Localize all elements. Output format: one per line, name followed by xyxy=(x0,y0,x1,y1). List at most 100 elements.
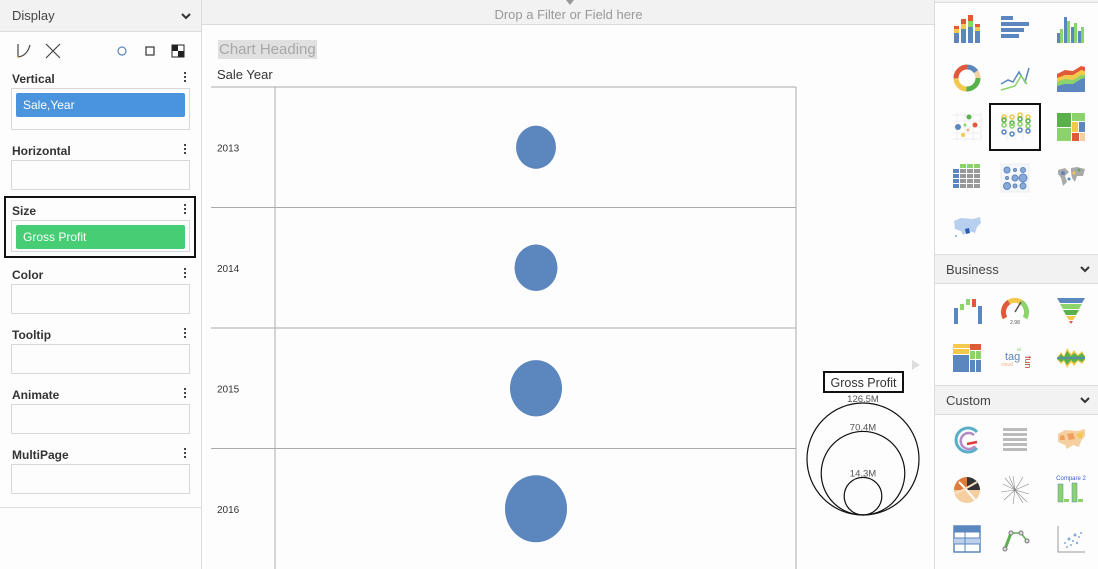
waterfall-chart-icon[interactable] xyxy=(949,294,985,326)
multipage-label: MultiPage xyxy=(12,448,69,462)
tooltip-drop-well[interactable] xyxy=(11,344,190,374)
filter-drop-text: Drop a Filter or Field here xyxy=(494,7,643,22)
chevron-down-icon xyxy=(1080,266,1090,273)
gross-profit-chip[interactable]: Gross Profit xyxy=(16,225,185,249)
svg-text:fun: fun xyxy=(1023,356,1031,369)
size-label: Size xyxy=(12,204,37,218)
row-labels: 2013 2014 2015 2016 xyxy=(217,143,240,516)
text-list-icon[interactable] xyxy=(997,424,1033,456)
bubble[interactable] xyxy=(516,125,556,169)
square-shape-icon[interactable] xyxy=(141,42,159,60)
size-more-icon[interactable] xyxy=(183,204,187,218)
line-chart-icon[interactable] xyxy=(997,62,1033,94)
donut-chart-icon[interactable] xyxy=(949,62,985,94)
bubble[interactable] xyxy=(509,360,563,417)
scatter-chart-icon[interactable] xyxy=(949,111,985,143)
network-graph-icon[interactable] xyxy=(997,523,1033,555)
legend-scroll-arrow-icon xyxy=(912,360,920,370)
gauge-chart-icon[interactable]: 2.98 xyxy=(997,294,1033,326)
size-legend: Gross Profit 126.5M 70.4M 14.3M xyxy=(806,360,920,516)
display-panel-header[interactable]: Display xyxy=(0,0,201,32)
legend-circle xyxy=(843,476,883,516)
scatter-density-icon[interactable] xyxy=(1053,523,1089,555)
animate-section: Animate xyxy=(0,384,201,444)
radial-bar-icon[interactable] xyxy=(949,424,985,456)
horizontal-drop-well[interactable] xyxy=(11,160,190,190)
color-section: Color xyxy=(0,264,201,324)
tooltip-more-icon[interactable] xyxy=(183,328,187,342)
size-drop-well[interactable]: Gross Profit xyxy=(11,220,190,252)
horizontal-section: Horizontal xyxy=(0,140,201,200)
tooltip-section: Tooltip xyxy=(0,324,201,384)
tag-cloud-icon[interactable]: tag ai cloud fun xyxy=(997,342,1033,374)
stream-chart-icon[interactable] xyxy=(1053,342,1089,374)
legend-value-label: 126.5M xyxy=(847,394,879,405)
bubble[interactable] xyxy=(514,244,558,291)
panel-top-border xyxy=(935,0,1098,3)
bubbles xyxy=(504,125,568,543)
chart-heading[interactable]: Chart Heading xyxy=(218,40,317,59)
world-map-icon[interactable] xyxy=(1053,162,1089,194)
heat-grid-icon[interactable] xyxy=(949,342,985,374)
business-category-label: Business xyxy=(946,261,999,277)
svg-text:Compare 2: Compare 2 xyxy=(1056,476,1086,482)
vertical-section: Vertical Sale,Year xyxy=(0,68,201,140)
color-more-icon[interactable] xyxy=(183,268,187,282)
animate-more-icon[interactable] xyxy=(183,388,187,402)
chevron-down-icon[interactable] xyxy=(181,11,191,21)
filter-drop-bar[interactable]: Drop a Filter or Field here xyxy=(202,0,935,25)
grid-table-icon[interactable] xyxy=(949,523,985,555)
color-label: Color xyxy=(12,268,44,282)
vertical-drop-well[interactable]: Sale,Year xyxy=(11,88,190,130)
chart-type-panel: Business Custom 2.98 tag ai cloud fun Compare… xyxy=(935,0,1098,569)
row-label: 2014 xyxy=(217,264,240,275)
legend-title: Gross Profit xyxy=(831,376,898,390)
svg-text:ai: ai xyxy=(1017,347,1021,353)
treemap-chart-icon[interactable] xyxy=(1053,111,1089,143)
multipage-drop-well[interactable] xyxy=(11,464,190,494)
multipage-section: MultiPage xyxy=(0,444,201,504)
animate-label: Animate xyxy=(12,388,60,402)
choropleth-map-icon[interactable] xyxy=(1053,424,1089,456)
chord-diagram-icon[interactable] xyxy=(949,474,985,506)
grouped-column-chart-icon[interactable] xyxy=(1053,13,1089,45)
svg-text:2.98: 2.98 xyxy=(1010,320,1020,326)
drop-arrow-icon xyxy=(566,0,574,5)
chart-grid xyxy=(211,86,797,569)
funnel-chart-icon[interactable] xyxy=(1053,294,1089,326)
legend-value-label: 70.4M xyxy=(850,422,876,433)
chevron-down-icon xyxy=(1080,397,1090,404)
vertical-more-icon[interactable] xyxy=(183,72,187,86)
crosstab-table-icon[interactable] xyxy=(949,162,985,194)
business-category-header[interactable]: Business xyxy=(935,254,1098,284)
stacked-column-chart-icon[interactable] xyxy=(949,13,985,45)
checker-icon[interactable] xyxy=(169,42,187,60)
row-label: 2016 xyxy=(217,505,240,516)
panel-divider xyxy=(0,507,201,508)
circle-shape-icon[interactable] xyxy=(113,42,131,60)
custom-category-header[interactable]: Custom xyxy=(935,385,1098,415)
compare-chart-icon[interactable]: Compare 2 xyxy=(1053,474,1089,506)
lasso-icon[interactable] xyxy=(15,42,33,60)
us-map-icon[interactable] xyxy=(949,211,985,243)
bubble-grid-chart-icon[interactable] xyxy=(989,103,1041,151)
legend-value-label: 14.3M xyxy=(850,468,876,479)
sale-year-chip[interactable]: Sale,Year xyxy=(16,93,185,117)
bar-chart-icon[interactable] xyxy=(997,13,1033,45)
row-label: 2013 xyxy=(217,143,240,154)
display-panel: Display Vertical Sale,Year Horizontal Si… xyxy=(0,0,202,569)
bubble[interactable] xyxy=(504,475,568,543)
radial-tree-icon[interactable] xyxy=(997,474,1033,506)
horizontal-label: Horizontal xyxy=(12,144,71,158)
bubble-matrix-chart-icon[interactable] xyxy=(997,162,1033,194)
animate-drop-well[interactable] xyxy=(11,404,190,434)
horizontal-more-icon[interactable] xyxy=(183,144,187,158)
bubble-chart: 2013 2014 2015 2016 Gross Profit 126.5M 70.4M… xyxy=(211,86,920,569)
multipage-more-icon[interactable] xyxy=(183,448,187,462)
display-panel-title: Display xyxy=(12,8,55,23)
stacked-area-chart-icon[interactable] xyxy=(1053,62,1089,94)
row-label: 2015 xyxy=(217,384,240,395)
color-drop-well[interactable] xyxy=(11,284,190,314)
cross-icon[interactable] xyxy=(44,42,62,60)
tooltip-label: Tooltip xyxy=(12,328,52,342)
